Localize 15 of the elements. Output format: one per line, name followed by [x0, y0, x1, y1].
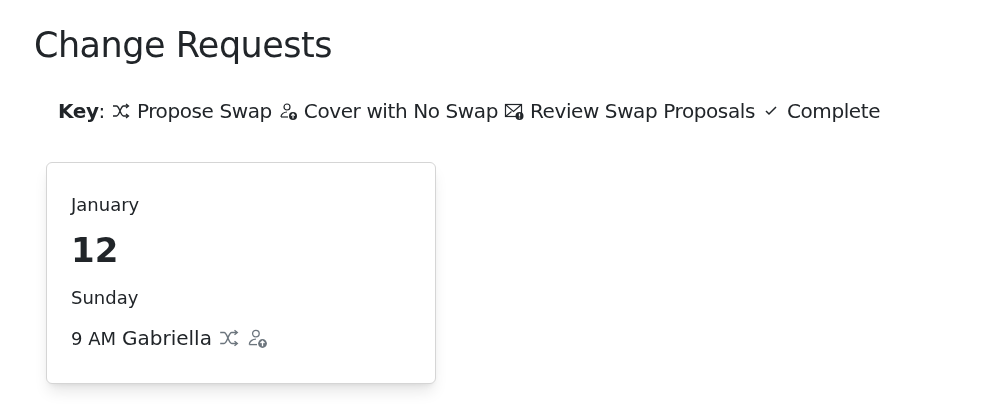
person-upload-icon	[277, 101, 298, 121]
person-name: Gabriella	[122, 325, 212, 352]
key-label: Complete	[786, 98, 881, 125]
shuffle-icon[interactable]	[217, 327, 240, 349]
day-number: 12	[71, 229, 120, 272]
key-label: Key:	[58, 98, 105, 125]
envelope-alert-icon	[503, 101, 524, 121]
page-title: Change Requests	[34, 24, 334, 67]
shuffle-icon	[110, 101, 131, 121]
key-label: Propose Swap	[136, 98, 272, 125]
weekday-label: Sunday	[71, 286, 140, 310]
month-label: January	[71, 193, 141, 217]
shift-time: 9 AM	[71, 326, 117, 351]
key-label: Cover with No Swap	[303, 98, 498, 125]
key-label: Review Swap Proposals	[529, 98, 755, 125]
